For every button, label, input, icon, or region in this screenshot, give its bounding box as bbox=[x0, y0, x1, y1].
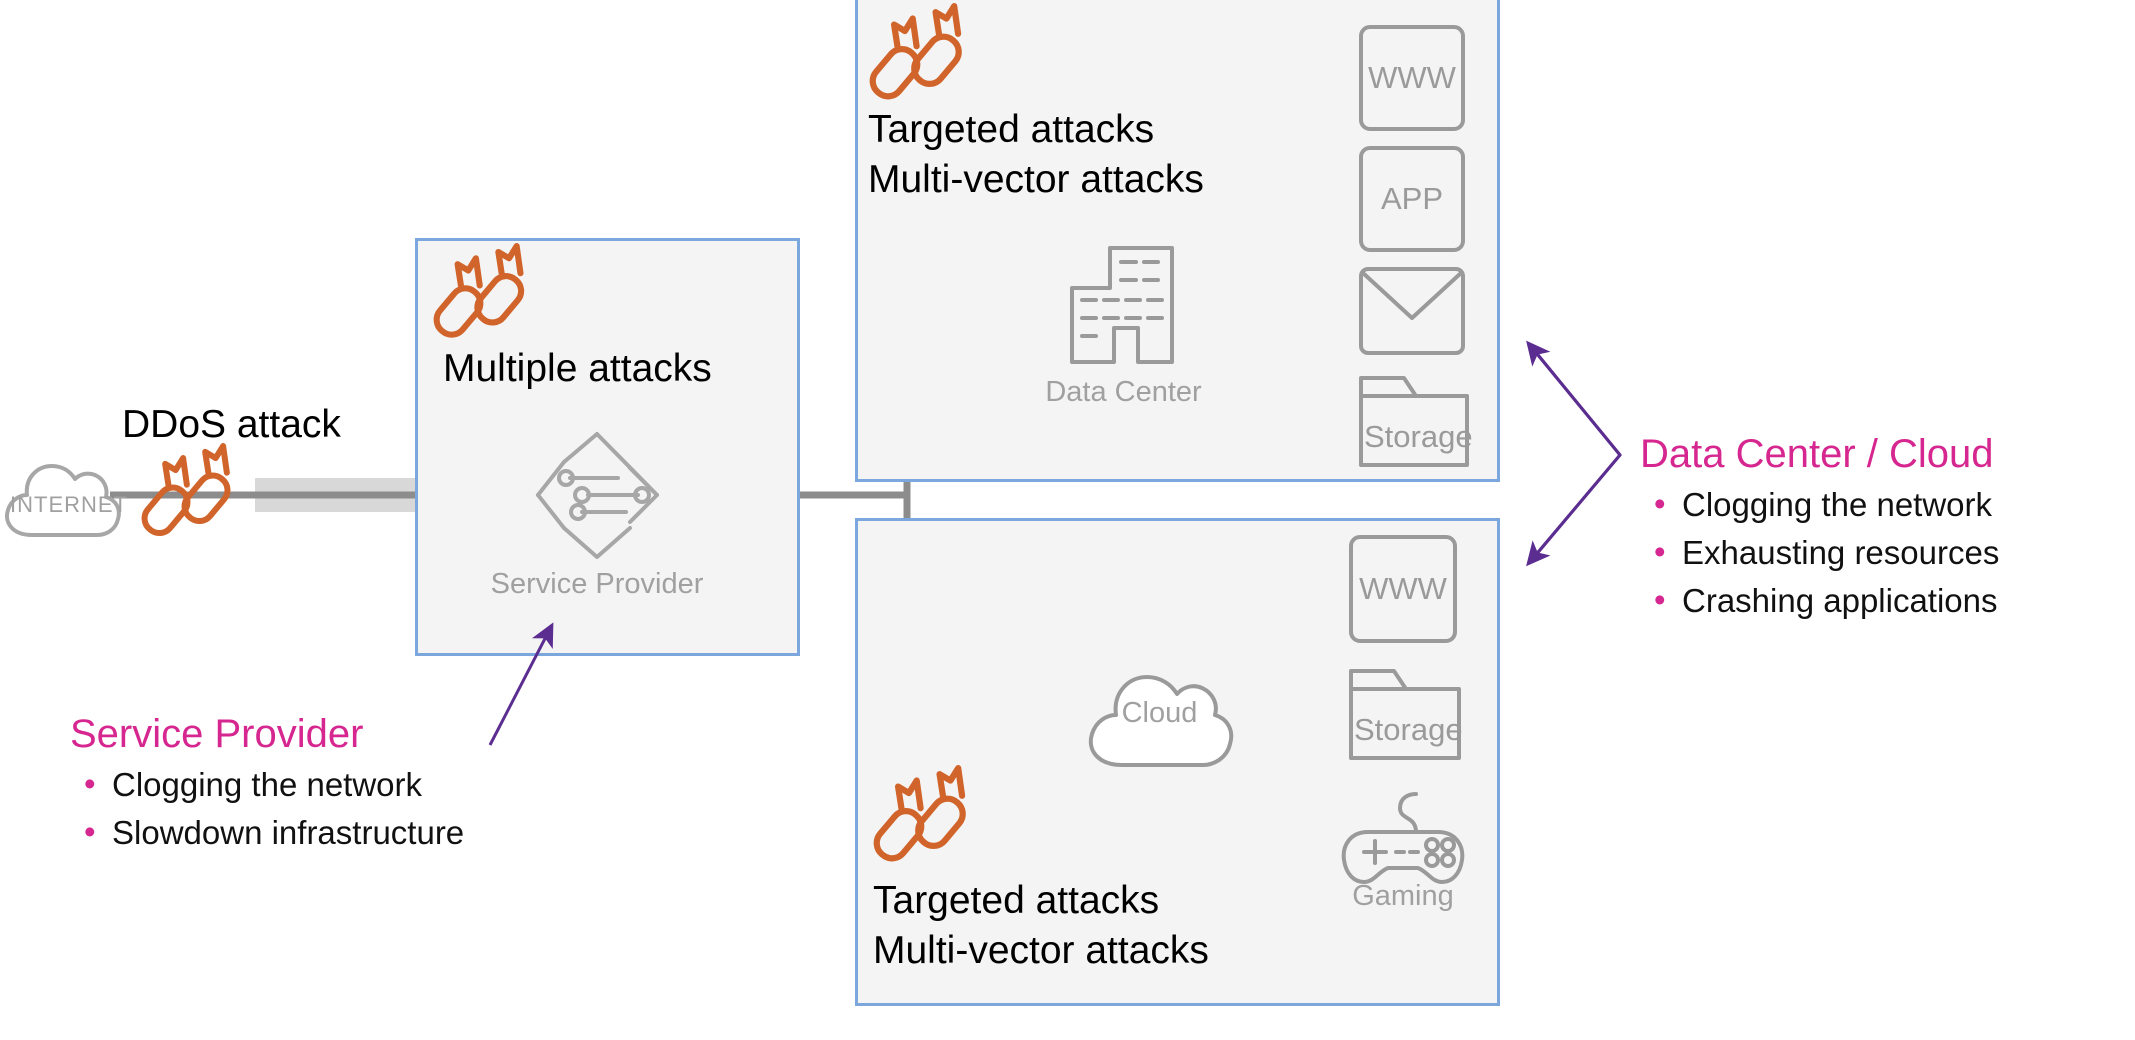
arrow-double-left-icon bbox=[1526, 340, 1622, 567]
data-center-cloud-callout: Data Center / Cloud Clogging the network… bbox=[1640, 432, 1999, 625]
diagram-canvas: INTERNET DDoS attack Multiple attacks Se… bbox=[0, 0, 2135, 1040]
list-item: Slowdown infrastructure bbox=[80, 808, 464, 857]
dcc-callout-title: Data Center / Cloud bbox=[1640, 432, 1994, 476]
list-item: Clogging the network bbox=[1650, 480, 1999, 529]
list-item: Crashing applications bbox=[1650, 576, 1999, 625]
dcc-callout-list: Clogging the network Exhausting resource… bbox=[1640, 480, 1999, 625]
arrow-up-right-icon bbox=[488, 622, 554, 746]
list-item: Exhausting resources bbox=[1650, 528, 1999, 577]
service-provider-callout: Service Provider Clogging the network Sl… bbox=[70, 712, 464, 857]
sp-callout-title: Service Provider bbox=[70, 712, 364, 756]
list-item: Clogging the network bbox=[80, 760, 464, 809]
sp-callout-list: Clogging the network Slowdown infrastruc… bbox=[70, 760, 464, 857]
